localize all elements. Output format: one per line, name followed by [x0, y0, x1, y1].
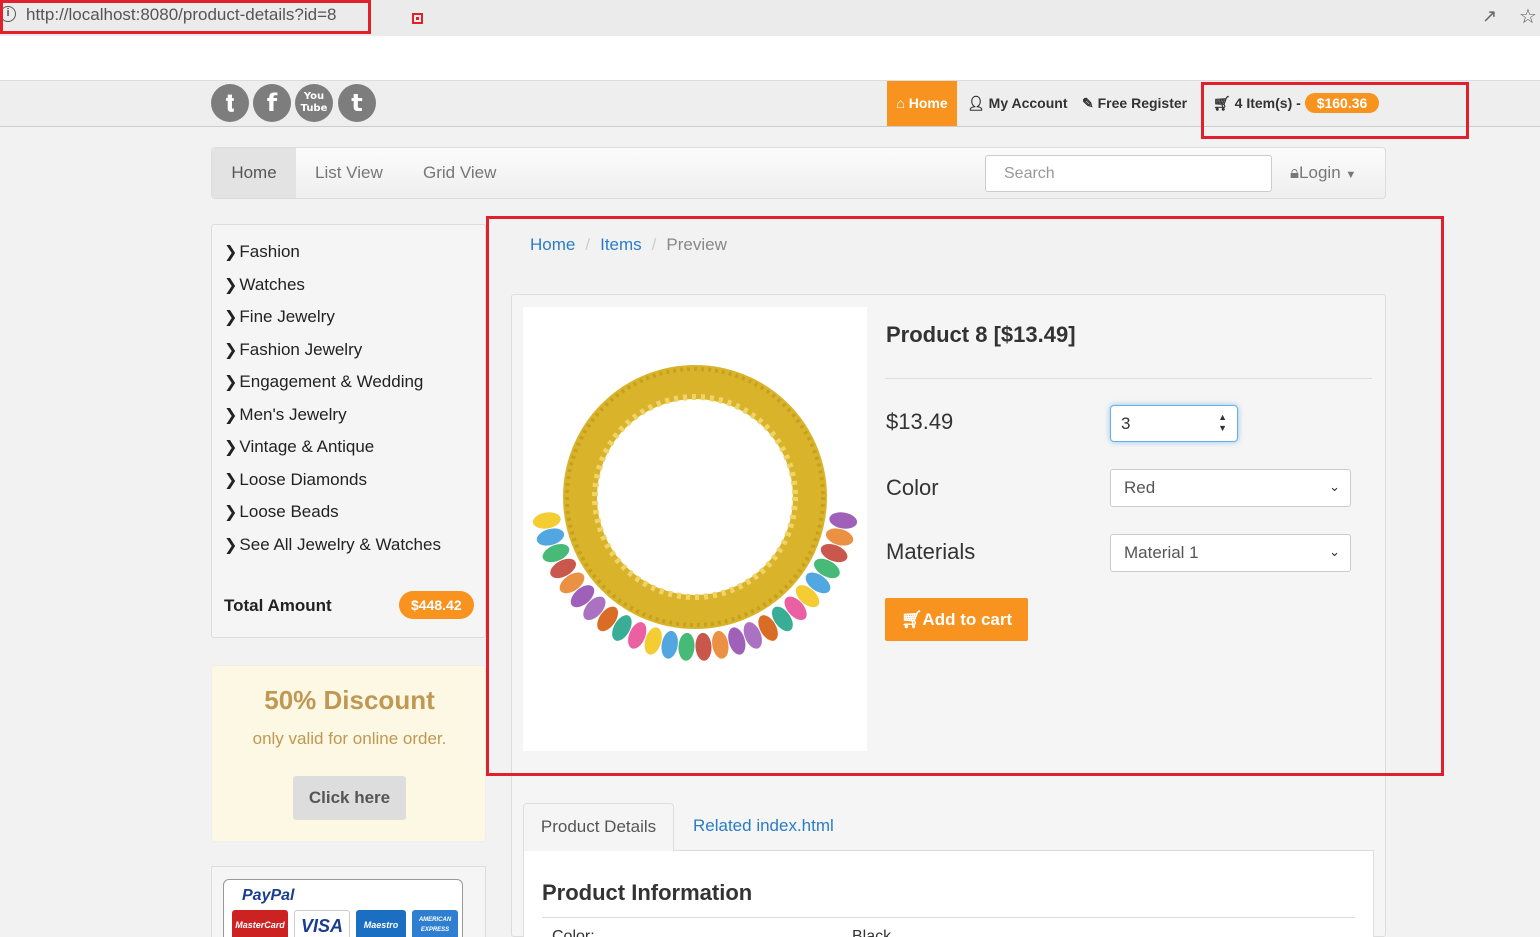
quantity-stepper[interactable]: 3 ▲ ▼ — [1110, 405, 1238, 442]
category-item[interactable]: ❯ See All Jewelry & Watches — [224, 535, 441, 555]
materials-select[interactable]: Material 1 ⌄ — [1110, 534, 1351, 572]
category-item[interactable]: ❯ Loose Diamonds — [224, 470, 367, 490]
product-price: $13.49 — [886, 409, 954, 434]
product-image[interactable] — [523, 307, 867, 751]
category-item[interactable]: ❯ Engagement & Wedding — [224, 372, 423, 392]
necklace-image — [532, 365, 858, 661]
tumblr-icon[interactable]: t — [338, 84, 376, 122]
spinner-arrows-icon[interactable]: ▲ ▼ — [1218, 412, 1227, 434]
annotation-marker — [412, 13, 423, 24]
cart-highlight-box — [1201, 82, 1469, 139]
gem-drop — [695, 632, 712, 661]
color-select-value: Red — [1124, 478, 1156, 497]
chevron-right-icon: ❯ — [224, 470, 238, 489]
maestro-icon: Maestro — [356, 910, 406, 937]
cart-icon: 🛒︎ — [900, 610, 923, 629]
breadcrumb-home[interactable]: Home — [530, 235, 575, 254]
tab-related[interactable]: Related index.html — [693, 816, 834, 836]
quantity-value: 3 — [1121, 414, 1131, 433]
materials-select-value: Material 1 — [1124, 543, 1199, 562]
nav-grid-view[interactable]: Grid View — [423, 163, 496, 183]
main-navbar: Home List View Grid View Search 🔒︎Login … — [211, 147, 1386, 199]
twitter-icon[interactable]: 𝐭 — [211, 84, 249, 122]
discount-click-button[interactable]: Click here — [293, 776, 406, 820]
nav-list-view[interactable]: List View — [315, 163, 383, 183]
chevron-down-icon: ⌄ — [1329, 545, 1340, 560]
gem-drop — [661, 630, 678, 659]
category-item[interactable]: ❯ Fine Jewelry — [224, 307, 335, 327]
search-input[interactable]: Search — [985, 155, 1272, 192]
page-header-strip — [0, 36, 1540, 81]
info-row-key: Color: — [552, 928, 595, 937]
edit-icon: ✎ — [1082, 95, 1094, 111]
chevron-right-icon: ❯ — [224, 340, 238, 359]
browser-address-bar: i http://localhost:8080/product-details?… — [0, 0, 1540, 36]
color-select[interactable]: Red ⌄ — [1110, 469, 1351, 507]
color-label: Color — [886, 475, 939, 500]
caret-down-icon: ▼ — [1345, 169, 1357, 181]
paypal-logo: PayPal MasterCard VISA Maestro AMERICAN … — [223, 879, 463, 937]
chevron-right-icon: ❯ — [224, 502, 238, 521]
gem-drop — [829, 512, 858, 529]
chevron-down-icon: ⌄ — [1329, 480, 1340, 495]
total-amount-label: Total Amount — [224, 596, 332, 615]
my-account-link[interactable]: 👤︎ My Account — [967, 95, 1068, 112]
discount-subtitle: only valid for online order. — [252, 729, 447, 748]
paypal-wordmark: PayPal — [242, 887, 295, 904]
amex-icon: AMERICAN EXPRESS — [412, 910, 458, 937]
gem-drop — [532, 512, 561, 529]
breadcrumb-current: Preview — [666, 235, 727, 254]
product-info-title: Product Information — [542, 880, 753, 905]
url-highlight-box — [0, 0, 371, 34]
divider — [885, 378, 1372, 379]
free-register-link[interactable]: ✎ Free Register — [1082, 95, 1187, 112]
category-item[interactable]: ❯ Men's Jewelry — [224, 405, 347, 425]
add-to-cart-button[interactable]: 🛒︎Add to cart — [885, 598, 1028, 641]
category-item[interactable]: ❯ Watches — [224, 275, 305, 295]
gem-drop — [678, 632, 695, 661]
youtube-icon[interactable]: You Tube — [295, 84, 333, 122]
chevron-right-icon: ❯ — [224, 307, 238, 326]
category-list: ❯ Fashion ❯ Watches ❯ Fine Jewelry ❯ Fashion… — [211, 224, 486, 638]
category-item[interactable]: ❯ Loose Beads — [224, 502, 339, 522]
user-icon: 👤︎ — [967, 95, 985, 111]
divider — [542, 917, 1355, 918]
product-title: Product 8 [$13.49] — [886, 322, 1076, 347]
chevron-right-icon: ❯ — [224, 242, 238, 261]
breadcrumb: Home / Items / Preview — [530, 235, 727, 254]
share-icon[interactable]: ↗ — [1482, 6, 1497, 27]
top-nav-home[interactable]: ⌂ Home — [887, 81, 957, 126]
nav-home[interactable]: Home — [212, 148, 296, 198]
category-item[interactable]: ❯ Fashion — [224, 242, 300, 262]
category-item[interactable]: ❯ Vintage & Antique — [224, 437, 374, 457]
bookmark-star-icon[interactable]: ☆ — [1519, 4, 1537, 29]
payment-methods: PayPal MasterCard VISA Maestro AMERICAN … — [211, 866, 486, 937]
chevron-right-icon: ❯ — [224, 372, 238, 391]
breadcrumb-items[interactable]: Items — [600, 235, 642, 254]
materials-label: Materials — [886, 539, 976, 564]
lock-icon: 🔒︎ — [1290, 163, 1300, 182]
gem-drop — [712, 630, 729, 659]
chevron-right-icon: ❯ — [224, 405, 238, 424]
discount-banner: 50% Discount only valid for online order… — [211, 665, 486, 842]
chevron-right-icon: ❯ — [224, 535, 238, 554]
login-dropdown[interactable]: 🔒︎Login ▼ — [1290, 163, 1356, 183]
category-item[interactable]: ❯ Fashion Jewelry — [224, 340, 362, 360]
chevron-right-icon: ❯ — [224, 437, 238, 456]
tab-product-details[interactable]: Product Details — [523, 803, 674, 851]
total-amount-badge: $448.42 — [399, 591, 474, 619]
visa-icon: VISA — [294, 910, 350, 937]
chevron-right-icon: ❯ — [224, 275, 238, 294]
facebook-icon[interactable]: f — [253, 84, 291, 122]
info-row-value: Black — [852, 928, 892, 937]
mastercard-icon: MasterCard — [232, 910, 288, 937]
discount-title: 50% Discount — [264, 685, 435, 715]
